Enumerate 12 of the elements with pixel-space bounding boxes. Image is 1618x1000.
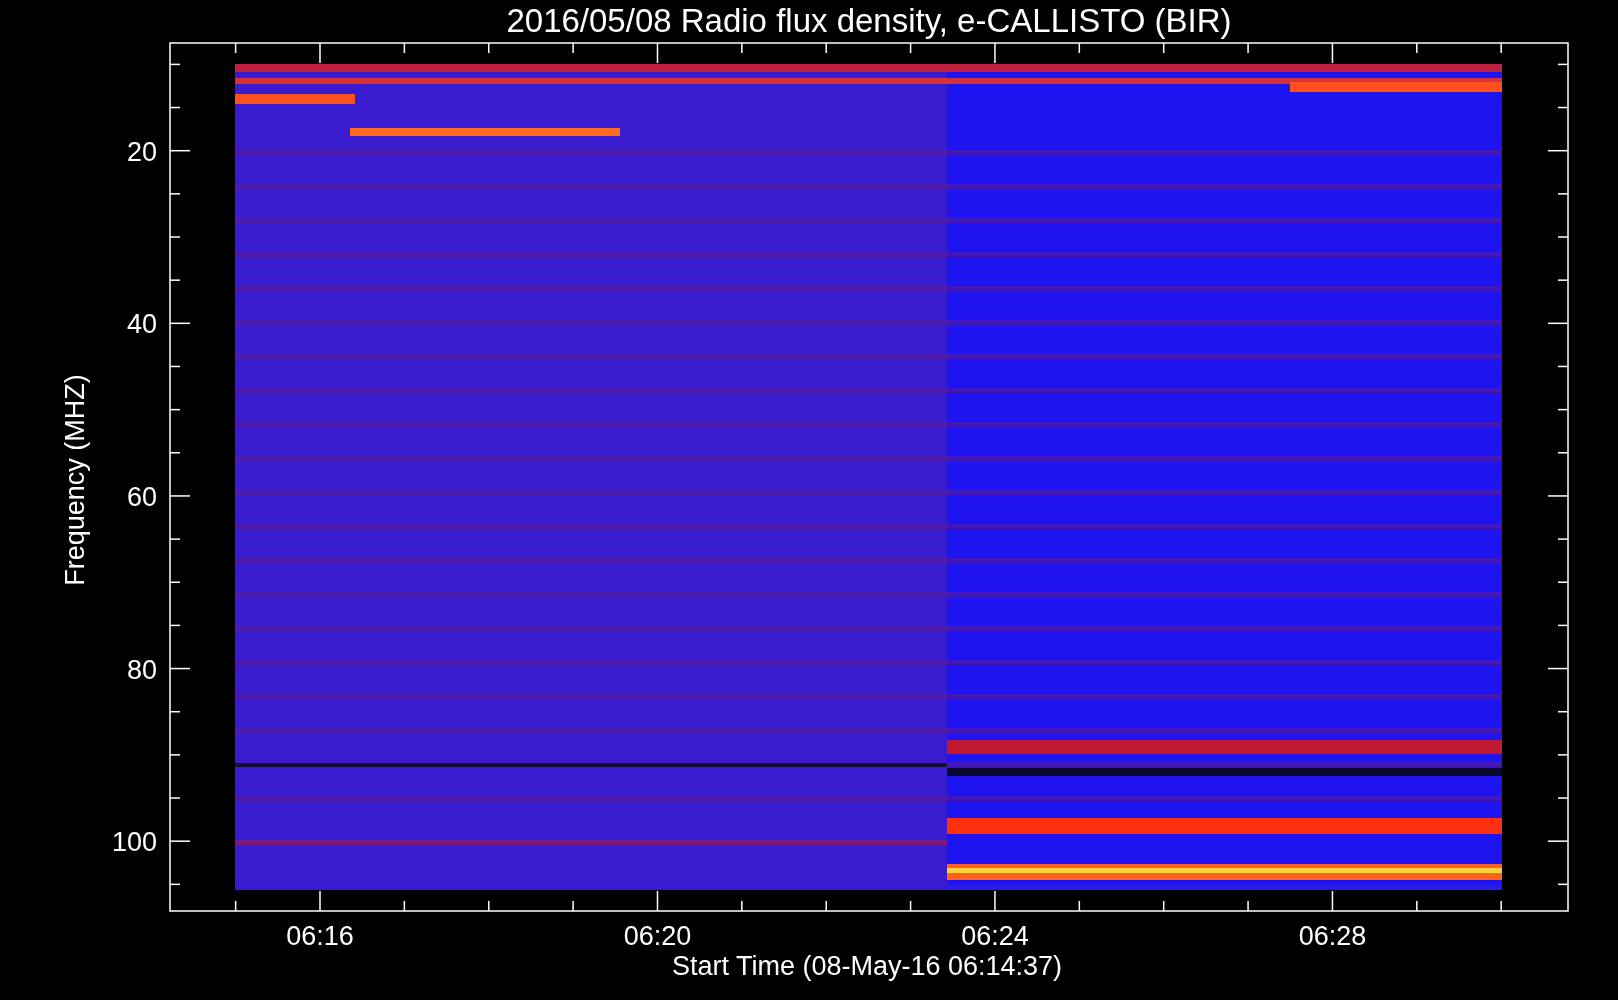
chart-title: 2016/05/08 Radio flux density, e-CALLISTO (BIR) xyxy=(506,2,1232,39)
x-tick-label: 06:16 xyxy=(286,921,354,951)
x-tick-label: 06:28 xyxy=(1298,921,1367,951)
y-tick-label: 100 xyxy=(111,827,157,858)
x-tick-label: 06:20 xyxy=(623,921,692,951)
x-tick-label: 06:24 xyxy=(961,921,1029,951)
y-tick-label: 40 xyxy=(126,309,157,340)
y-axis-label: Frequency (MHZ) xyxy=(60,374,90,586)
x-axis-label: Start Time (08-May-16 06:14:37) xyxy=(671,951,1063,981)
y-tick-label: 80 xyxy=(126,654,157,685)
y-tick-label: 60 xyxy=(126,481,157,512)
y-tick-label: 20 xyxy=(126,136,157,167)
